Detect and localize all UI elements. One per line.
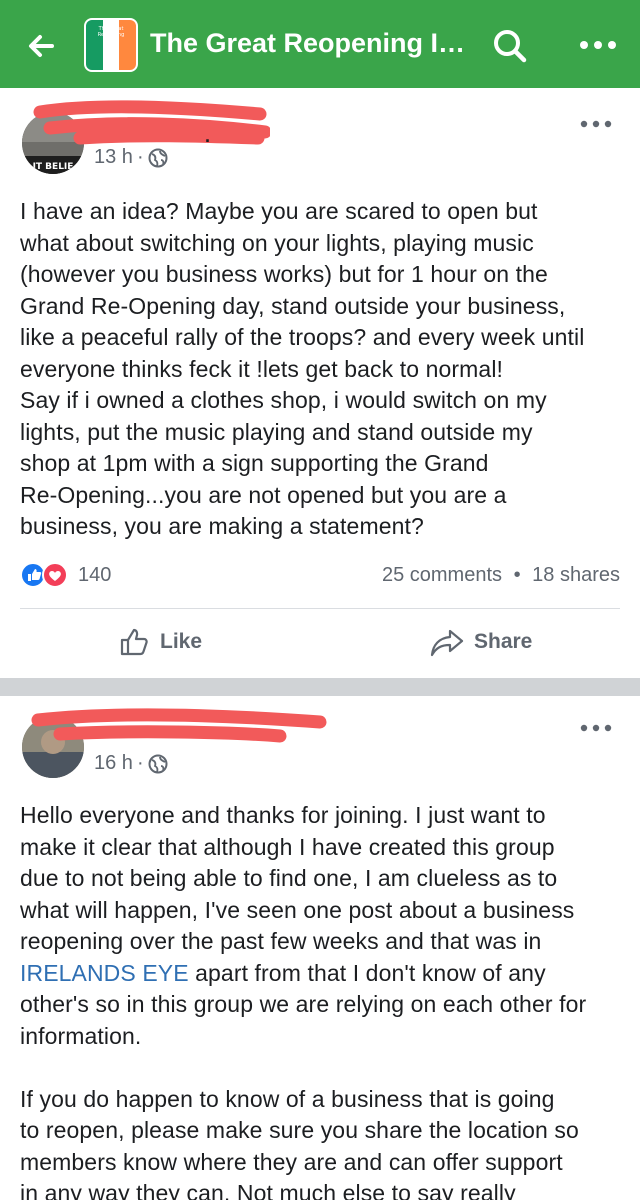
- post-line: other's so in this group we are relying …: [20, 991, 587, 1017]
- post-time[interactable]: 16 h: [94, 752, 133, 775]
- engagement-counts[interactable]: 25 comments • 18 shares: [382, 564, 620, 587]
- svg-text:.: .: [205, 126, 210, 146]
- group-avatar[interactable]: The Great Reopening: [84, 18, 138, 72]
- like-label: Like: [160, 630, 203, 653]
- post-body: I have an idea? Maybe you are scared to …: [20, 196, 626, 543]
- group-title[interactable]: The Great Reopening Irel...: [150, 28, 470, 59]
- avatar-text: IT BELIE: [33, 162, 74, 172]
- post-meta: 16 h ·: [94, 752, 168, 775]
- like-button[interactable]: Like: [118, 626, 202, 658]
- share-button[interactable]: Share: [430, 626, 532, 658]
- search-icon[interactable]: [490, 26, 530, 66]
- engagement-separator: •: [513, 564, 521, 586]
- hashtag-link[interactable]: IRELANDS EYE: [20, 960, 189, 986]
- redacted-author-name: .: [33, 100, 270, 146]
- post-line: Hello everyone and thanks for joining. I…: [20, 802, 546, 828]
- post-line: everyone thinks feck it !lets get back t…: [20, 355, 504, 382]
- group-header-bar: The Great Reopening The Great Reopening …: [0, 0, 640, 88]
- post-line: in any way they can. Not much else to sa…: [20, 1180, 516, 1200]
- feed-divider: [0, 678, 640, 696]
- reactions-summary[interactable]: 140: [20, 562, 111, 588]
- post-line: Say if i owned a clothes shop, i would s…: [20, 387, 547, 413]
- post-line: make it clear that although I have creat…: [20, 833, 555, 860]
- post-line: information.: [20, 1022, 142, 1049]
- post-options-icon[interactable]: [576, 112, 616, 136]
- post-card: 16 h · Hello everyone and thanks for joi…: [0, 696, 640, 1200]
- globe-icon: [148, 148, 168, 167]
- post-options-icon[interactable]: [576, 716, 616, 740]
- post-time[interactable]: 13 h: [94, 146, 133, 169]
- post-meta: 13 h ·: [94, 146, 168, 169]
- share-count[interactable]: 18 shares: [532, 564, 620, 586]
- more-options-icon[interactable]: [576, 30, 620, 60]
- post-line: shop at 1pm with a sign supporting the G…: [20, 450, 489, 476]
- back-arrow-icon[interactable]: [22, 26, 62, 66]
- post-line: If you do happen to know of a business t…: [20, 1085, 555, 1112]
- post-line: due to not being able to find one, I am …: [20, 865, 558, 891]
- globe-icon: [148, 754, 168, 773]
- meta-separator: ·: [136, 146, 144, 168]
- post-line-text: apart from that I don't know of any: [188, 959, 546, 986]
- post-line: reopening over the past few weeks and th…: [20, 928, 542, 954]
- post-line: lights, put the music playing and stand …: [20, 418, 533, 445]
- post-line: Grand Re-Opening day, stand outside your…: [20, 292, 566, 319]
- post-line: like a peaceful rally of the troops? and…: [20, 324, 585, 350]
- post-line: what about switching on your lights, pla…: [20, 229, 534, 256]
- actions-divider: [20, 608, 620, 609]
- post-line: IRELANDS EYE apart from that I don't kno…: [20, 958, 626, 990]
- group-avatar-caption: The Great Reopening: [97, 26, 125, 38]
- post-line: to reopen, please make sure you share th…: [20, 1117, 579, 1143]
- share-label: Share: [474, 630, 533, 653]
- post-card: IT BELIE . 13 h · I have an idea? Maybe …: [0, 88, 640, 670]
- post-line: business, you are making a statement?: [20, 513, 424, 539]
- share-arrow-icon: [430, 629, 464, 657]
- post-body: Hello everyone and thanks for joining. I…: [20, 800, 626, 1200]
- thumbs-up-icon: [120, 628, 148, 656]
- post-line: members know where they are and can offe…: [20, 1148, 563, 1175]
- post-line: (however you business works) but for 1 h…: [20, 261, 548, 287]
- post-line: I have an idea? Maybe you are scared to …: [20, 198, 538, 224]
- comment-count[interactable]: 25 comments: [382, 564, 502, 586]
- redacted-author-name: [31, 708, 327, 743]
- post-line: Re-Opening...you are not opened but you …: [20, 481, 507, 508]
- post-line: what will happen, I've seen one post abo…: [20, 896, 575, 923]
- like-love-reaction-icons: [20, 562, 68, 588]
- reaction-count: 140: [78, 563, 112, 586]
- meta-separator: ·: [136, 752, 144, 774]
